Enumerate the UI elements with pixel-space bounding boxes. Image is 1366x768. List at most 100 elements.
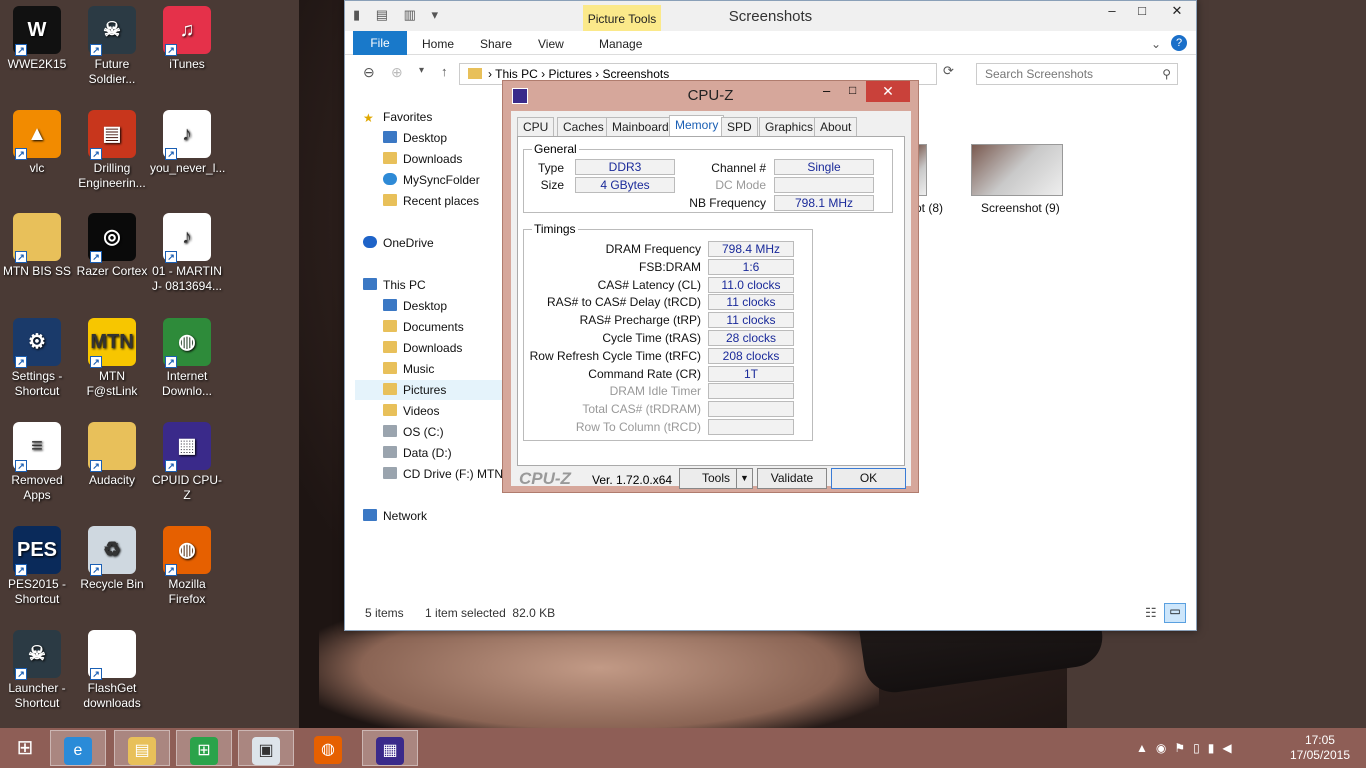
desktop-icon[interactable]: ↗ Audacity [75, 422, 149, 488]
cpuz-minimize-icon[interactable]: – [823, 83, 830, 98]
file-label[interactable]: Screenshot (9) [981, 201, 1060, 215]
desktop-icon[interactable]: ↗ FlashGet downloads [75, 630, 149, 711]
details-view-icon[interactable]: ☷ [1145, 605, 1157, 621]
desktop-icon-label: Drilling Engineerin... [78, 161, 146, 190]
taskbar-button[interactable]: ▣ [238, 730, 294, 766]
clock[interactable]: 17:05 17/05/2015 [1290, 733, 1350, 763]
nav-item[interactable]: Videos [383, 401, 439, 421]
desktop-icon[interactable]: ♪ ↗ you_never_l... [150, 110, 225, 176]
dc-mode-label: DC Mode [715, 178, 766, 192]
desktop-icon[interactable]: ▦ ↗ CPUID CPU-Z [150, 422, 224, 503]
desktop-icon [383, 131, 397, 143]
back-icon[interactable]: ⊖ [363, 64, 375, 81]
nav-item[interactable]: This PC [363, 275, 426, 295]
nav-item[interactable]: Pictures [355, 380, 503, 400]
nav-item[interactable]: CD Drive (F:) MTN [383, 464, 503, 484]
expand-ribbon-icon[interactable]: ⌄ [1151, 37, 1161, 51]
up-icon[interactable]: ↑ [441, 64, 448, 79]
nav-item-label: OneDrive [383, 236, 434, 250]
desktop-icon[interactable]: ↗ MTN BIS SS [0, 213, 74, 279]
tab-view[interactable]: View [538, 37, 564, 51]
cpuz-tab-mainboard[interactable]: Mainboard [606, 117, 675, 137]
cpuz-tab-caches[interactable]: Caches [557, 117, 610, 137]
nav-item[interactable]: Documents [383, 317, 464, 337]
taskbar-button[interactable]: ▦ [362, 730, 418, 766]
cpuz-tab-about[interactable]: About [814, 117, 858, 137]
minimize-icon[interactable]: – [1097, 1, 1127, 23]
cpuz-maximize-icon[interactable]: □ [849, 83, 856, 97]
tab-home[interactable]: Home [422, 37, 454, 51]
desktop-icon[interactable]: ≡ ↗ Removed Apps [0, 422, 74, 503]
taskbar-button[interactable]: e [50, 730, 106, 766]
taskbar-button[interactable]: ⊞ [4, 730, 46, 766]
tools-dropdown-icon[interactable]: ▼ [736, 469, 752, 488]
desktop-icon[interactable]: ▲ ↗ vlc [0, 110, 74, 176]
nav-item[interactable]: MySyncFolder [383, 170, 480, 190]
breadcrumb-pictures[interactable]: Pictures [548, 67, 591, 81]
desktop-icon[interactable]: ◍ ↗ Mozilla Firefox [150, 526, 224, 607]
cpuz-tab-spd[interactable]: SPD [721, 117, 758, 137]
search-input[interactable]: Search Screenshots ⚲ [976, 63, 1178, 85]
desktop-icon[interactable]: ♻ ↗ Recycle Bin [75, 526, 149, 592]
show-hidden-icons-icon[interactable]: ▲ [1136, 741, 1156, 755]
refresh-icon[interactable]: ⟳ [943, 63, 954, 79]
nav-item[interactable]: Music [383, 359, 434, 379]
breadcrumb-screenshots[interactable]: Screenshots [603, 67, 670, 81]
desktop-icon[interactable]: ♪ ↗ 01 - MARTIN J- 0813694... [150, 213, 224, 294]
breadcrumb-this-pc[interactable]: This PC [495, 67, 538, 81]
desktop-icon[interactable]: ◎ ↗ Razer Cortex [75, 213, 149, 279]
validate-button[interactable]: Validate [757, 468, 827, 489]
desktop-icon[interactable]: ☠ ↗ Future Soldier... [75, 6, 149, 87]
close-icon[interactable]: ✕ [1157, 1, 1197, 23]
taskbar-button[interactable]: ⊞ [176, 730, 232, 766]
nav-item[interactable]: Recent places [383, 191, 479, 211]
nav-item[interactable]: Network [363, 506, 427, 526]
cpuz-close-icon[interactable]: ✕ [866, 81, 910, 102]
desktop-icon[interactable]: ☠ ↗ Launcher - Shortcut [0, 630, 74, 711]
pes-settings-icon: ⚙ ↗ [13, 318, 61, 368]
tools-button[interactable]: Tools ▼ [679, 468, 753, 489]
desktop-icon[interactable]: ▤ ↗ Drilling Engineerin... [75, 110, 149, 191]
nav-item[interactable]: ★ Favorites [363, 107, 432, 127]
tab-manage[interactable]: Manage [599, 37, 642, 51]
nav-item[interactable]: Desktop [383, 128, 447, 148]
flag-icon[interactable]: ⚑ [1174, 741, 1193, 755]
tab-share[interactable]: Share [480, 37, 512, 51]
desktop-icon[interactable]: W ↗ WWE2K15 [0, 6, 74, 72]
desktop-icon[interactable]: ♫ ↗ iTunes [150, 6, 224, 72]
signal-icon[interactable]: ▮ [1208, 741, 1223, 755]
desktop-icon-label: Settings - Shortcut [11, 369, 63, 398]
cpuz-tab-cpu[interactable]: CPU [517, 117, 555, 137]
maximize-icon[interactable]: □ [1127, 1, 1157, 23]
battery-icon[interactable]: ▯ [1193, 741, 1208, 755]
nav-item[interactable]: OneDrive [363, 233, 434, 253]
chrome-icon[interactable]: ◉ [1156, 741, 1174, 755]
large-icons-view-icon[interactable]: ▭ [1164, 603, 1186, 623]
notification-area[interactable]: ▲◉⚑▯▮◀ [1136, 741, 1240, 755]
nav-item[interactable]: OS (C:) [383, 422, 444, 442]
size-value: 4 GBytes [575, 177, 675, 193]
help-icon[interactable]: ? [1171, 35, 1187, 51]
nav-item[interactable]: Data (D:) [383, 443, 452, 463]
desktop-icon[interactable]: ⚙ ↗ Settings - Shortcut [0, 318, 74, 399]
desktop-icon[interactable]: ◍ ↗ Internet Downlo... [150, 318, 224, 399]
recent-locations-icon[interactable]: ▾ [419, 65, 424, 76]
desktop-icon-label: Internet Downlo... [161, 369, 213, 398]
timing-label: Cycle Time (tRAS) [602, 331, 701, 345]
drive-icon [383, 446, 397, 458]
desktop-icon[interactable]: PES ↗ PES2015 - Shortcut [0, 526, 74, 607]
desktop-icon[interactable]: MTN ↗ MTN F@stLink [75, 318, 149, 399]
cpuz-tab-graphics[interactable]: Graphics [759, 117, 820, 137]
nav-item[interactable]: Desktop [383, 296, 447, 316]
taskbar-button[interactable]: ▤ [114, 730, 170, 766]
volume-icon[interactable]: ◀ [1222, 741, 1239, 755]
nav-item[interactable]: Downloads [383, 149, 462, 169]
nav-item[interactable]: Downloads [383, 338, 462, 358]
cpuz-tab-memory[interactable]: Memory [669, 115, 725, 137]
tab-file[interactable]: File [353, 31, 407, 55]
forward-icon[interactable]: ⊕ [391, 64, 403, 81]
taskbar-button[interactable]: ◍ [300, 730, 356, 766]
file-label[interactable]: ot (8) [915, 201, 943, 215]
ok-button[interactable]: OK [831, 468, 906, 489]
file-thumbnail[interactable] [971, 144, 1063, 196]
